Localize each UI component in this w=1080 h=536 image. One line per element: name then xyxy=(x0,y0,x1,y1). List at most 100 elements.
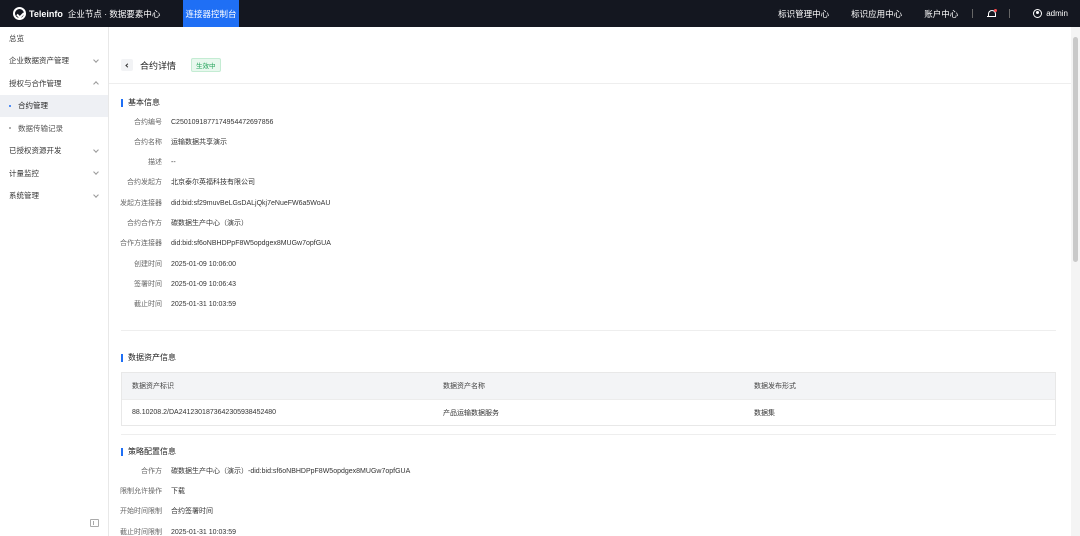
field-value: 2025-01-31 10:03:59 xyxy=(171,528,236,536)
sidebar-item-label: 合约管理 xyxy=(18,101,48,111)
logo[interactable]: Teleinfo 企业节点 · 数据要素中心 xyxy=(0,0,183,27)
tab-connector-console[interactable]: 连接器控制台 xyxy=(183,0,239,27)
field-value: 2025-01-31 10:03:59 xyxy=(171,300,236,308)
field-value: did:bid:sf6oNBHDPpF8W5opdgex8MUGw7opfGUA xyxy=(171,239,331,247)
sidebar-item-overview[interactable]: 总览 xyxy=(0,27,108,50)
sidebar-item-authorization[interactable]: 授权与合作管理 xyxy=(0,72,108,95)
field-label: 描述 xyxy=(148,159,162,166)
section-title-assets: 数据资产信息 xyxy=(121,352,176,363)
nav-divider xyxy=(1009,9,1011,18)
scrollbar-thumb[interactable] xyxy=(1073,37,1078,262)
section-divider xyxy=(121,434,1056,435)
nav-link-account-center[interactable]: 账户中心 xyxy=(924,8,958,20)
header-divider xyxy=(109,83,1071,84)
field-deadline: 截止时间 2025-01-31 10:03:59 xyxy=(109,298,236,310)
page-title: 合约详情 xyxy=(140,60,177,71)
field-label: 合约编号 xyxy=(134,119,162,126)
sidebar-item-label: 授权与合作管理 xyxy=(9,78,62,88)
user-name[interactable]: admin xyxy=(1046,9,1068,18)
bell-icon[interactable] xyxy=(987,8,998,18)
sidebar-item-label: 总览 xyxy=(9,33,24,43)
sidebar-item-authorized-resources[interactable]: 已授权资源开发 xyxy=(0,140,108,163)
table-header: 数据资产标识 数据资产名称 数据发布形式 xyxy=(122,373,1055,399)
field-description: 描述 -- xyxy=(109,156,176,168)
chevron-down-icon xyxy=(93,191,99,198)
nav-divider xyxy=(972,9,974,18)
section-divider xyxy=(121,330,1056,331)
chevron-down-icon xyxy=(93,169,99,175)
field-value: C250109187717495447269785​6 xyxy=(171,118,274,126)
logo-brand: Teleinfo xyxy=(29,8,63,19)
section-title-basic: 基本信息 xyxy=(121,97,160,108)
field-label: 合约名称 xyxy=(134,139,162,146)
sidebar-item-metering[interactable]: 计量监控 xyxy=(0,162,108,185)
field-label: 合约合作方 xyxy=(127,220,162,227)
top-nav-right: 标识管理中心 标识应用中心 账户中心 admin xyxy=(756,0,1080,27)
chevron-up-icon xyxy=(93,81,99,87)
field-label: 合约发起方 xyxy=(127,179,162,186)
sidebar-item-contract-management[interactable]: 合约管理 xyxy=(0,94,108,117)
chevron-down-icon xyxy=(93,146,99,153)
field-label: 发起方连接器 xyxy=(120,200,162,207)
chevron-left-icon xyxy=(125,62,130,68)
page-header: 合约详情 生效中 xyxy=(121,57,221,73)
sidebar-item-label: 已授权资源开发 xyxy=(9,146,62,156)
table-cell: 产品运输数据服务 xyxy=(443,409,499,417)
column-header: 数据资产名称 xyxy=(443,383,485,390)
app-title: 企业节点 · 数据要素中心 xyxy=(67,8,161,19)
field-label: 截止时间限制 xyxy=(120,529,162,536)
teleinfo-logo-icon xyxy=(13,7,26,20)
main-content: 合约详情 生效中 基本信息 合约编号 C25010918771749544726… xyxy=(109,27,1071,536)
field-initiator-connector: 发起方连接器 did:bid:sf29muvBeLGsDALjQkj7eNueF… xyxy=(109,197,330,209)
field-value: 合约签署时间 xyxy=(171,508,213,515)
field-value: 2025-01-09 10:06:00 xyxy=(171,260,236,268)
sidebar-item-system[interactable]: 系统管理 xyxy=(0,185,108,208)
bullet-icon xyxy=(9,104,11,107)
sidebar: 总览 企业数据资产管理 授权与合作管理 合约管理 数据传输记录 已授权资源开发 … xyxy=(0,27,109,536)
field-contract-id: 合约编号 C250109187717495447269785​6 xyxy=(109,116,273,128)
sidebar-item-label: 计量监控 xyxy=(9,168,39,178)
sidebar-item-label: 系统管理 xyxy=(9,191,39,201)
field-start-limit: 开始时间限制 合约签署时间 xyxy=(109,505,213,517)
assets-table: 数据资产标识 数据资产名称 数据发布形式 88.10208.2/DA241230… xyxy=(121,372,1056,426)
field-contract-name: 合约名称 运输数据共享演示 xyxy=(109,136,227,148)
top-navigation-bar: Teleinfo 企业节点 · 数据要素中心 连接器控制台 标识管理中心 标识应… xyxy=(0,0,1080,27)
field-value: 碳数据生产中心（演示）-did:bid:sf6oNBHDPpF8W5opdgex… xyxy=(171,468,411,475)
user-avatar-icon[interactable] xyxy=(1033,9,1043,18)
section-title-policy: 策略配置信息 xyxy=(121,446,176,457)
field-value: 碳数据生产中心（演示） xyxy=(171,220,248,227)
field-label: 签署时间 xyxy=(134,281,162,288)
column-header: 数据资产标识 xyxy=(132,383,174,390)
table-row[interactable]: 88.10208.2/DA2412301873642305938452480 产… xyxy=(122,399,1055,425)
field-partner: 合约合作方 碳数据生产中心（演示） xyxy=(109,217,248,229)
field-label: 开始时间限制 xyxy=(120,508,162,515)
table-cell: 数据集 xyxy=(754,409,775,417)
field-label: 限制允许操作 xyxy=(120,488,162,495)
column-header: 数据发布形式 xyxy=(754,383,796,390)
field-label: 截止时间 xyxy=(134,301,162,308)
sidebar-item-label: 企业数据资产管理 xyxy=(9,56,69,66)
field-value: 2025-01-09 10:06:43 xyxy=(171,280,236,288)
field-signed-time: 签署时间 2025-01-09 10:06:43 xyxy=(109,278,236,290)
field-initiator: 合约发起方 北京泰尔英福科技有限公司 xyxy=(109,176,255,188)
field-end-limit: 截止时间限制 2025-01-31 10:03:59 xyxy=(109,526,236,536)
vertical-scrollbar[interactable] xyxy=(1071,27,1080,536)
sidebar-item-label: 数据传输记录 xyxy=(18,123,63,133)
field-value: 北京泰尔英福科技有限公司 xyxy=(171,179,255,186)
field-label: 合作方 xyxy=(141,468,162,475)
field-value: 运输数据共享演示 xyxy=(171,139,227,146)
field-partner-connector: 合作方连接器 did:bid:sf6oNBHDPpF8W5opdgex8MUGw… xyxy=(109,237,331,249)
nav-link-identifier-application[interactable]: 标识应用中心 xyxy=(851,8,902,20)
nav-link-identifier-management[interactable]: 标识管理中心 xyxy=(778,8,829,20)
field-label: 合作方连接器 xyxy=(120,240,162,247)
notification-dot xyxy=(994,8,998,12)
collapse-sidebar-icon[interactable] xyxy=(90,519,99,527)
field-created-time: 创建时间 2025-01-09 10:06:00 xyxy=(109,258,236,270)
sidebar-item-asset-management[interactable]: 企业数据资产管理 xyxy=(0,50,108,73)
sidebar-item-transfer-records[interactable]: 数据传输记录 xyxy=(0,117,108,140)
field-policy-partner: 合作方 碳数据生产中心（演示）-did:bid:sf6oNBHDPpF8W5op… xyxy=(109,465,410,477)
back-button[interactable] xyxy=(121,59,133,71)
field-value: -- xyxy=(171,158,176,166)
status-badge: 生效中 xyxy=(191,58,221,72)
field-value: did:bid:sf29muvBeLGsDALjQkj7eNueFW6a5WoA… xyxy=(171,199,331,207)
